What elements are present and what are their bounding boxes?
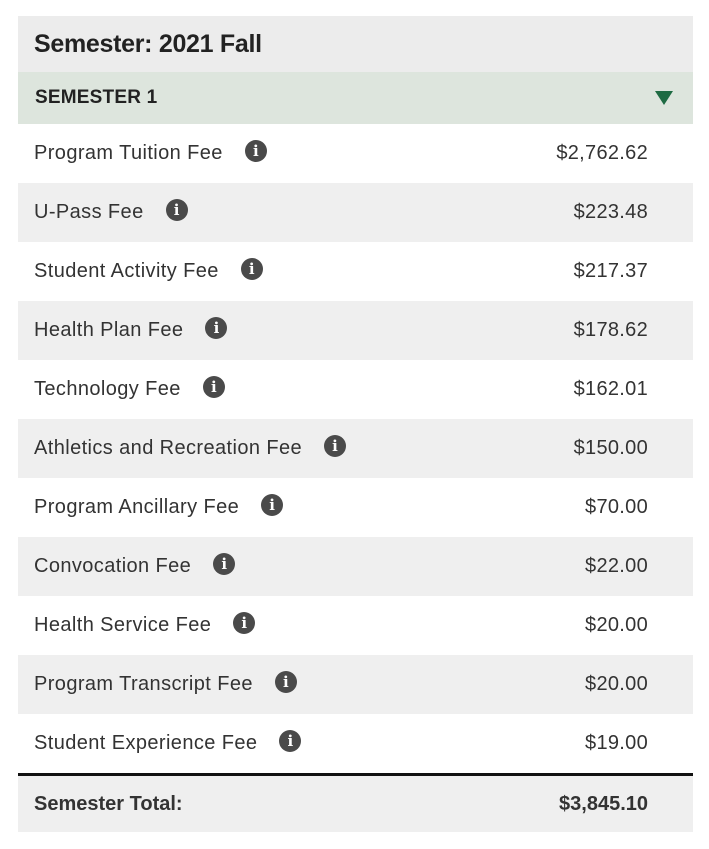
semester-total-row: Semester Total: $3,845.10	[18, 773, 693, 832]
fee-amount: $223.48	[573, 201, 648, 223]
fee-label-group: U-Pass Fee i	[34, 198, 188, 224]
fee-row: Technology Fee i $162.01	[18, 360, 693, 419]
fee-name: Athletics and Recreation Fee	[34, 437, 303, 459]
fee-row: Program Tuition Fee i $2,762.62	[18, 124, 693, 183]
fee-name: Program Tuition Fee	[34, 142, 223, 164]
info-icon[interactable]: i	[165, 198, 188, 221]
fee-row: Program Ancillary Fee i $70.00	[18, 478, 693, 537]
total-amount: $3,845.10	[559, 792, 648, 815]
fee-amount: $162.01	[573, 378, 648, 400]
fee-table: Semester: 2021 Fall SEMESTER 1 Program T…	[18, 16, 693, 832]
info-icon[interactable]: i	[233, 611, 256, 634]
fee-name: Convocation Fee	[34, 555, 192, 577]
fee-amount: $2,762.62	[556, 142, 648, 164]
fee-label-group: Program Tuition Fee i	[34, 139, 267, 165]
fee-row: Program Transcript Fee i $20.00	[18, 655, 693, 714]
info-icon[interactable]: i	[202, 375, 225, 398]
fee-name: Student Experience Fee	[34, 732, 258, 754]
triangle-down-icon[interactable]	[655, 91, 673, 105]
fee-name: U-Pass Fee	[34, 201, 144, 223]
fee-row: Health Service Fee i $20.00	[18, 596, 693, 655]
fee-list: Program Tuition Fee i $2,762.62 U-Pass Fee i…	[18, 124, 693, 773]
fee-amount: $20.00	[585, 614, 648, 636]
fee-name: Health Service Fee	[34, 614, 212, 636]
fee-label-group: Convocation Fee i	[34, 552, 236, 578]
fee-label-group: Program Ancillary Fee i	[34, 493, 284, 519]
semester-accordion-toggle[interactable]: SEMESTER 1	[18, 72, 693, 124]
fee-label-group: Program Transcript Fee i	[34, 670, 297, 696]
accordion-label: SEMESTER 1	[35, 87, 158, 108]
fee-amount: $70.00	[585, 496, 648, 518]
info-icon[interactable]: i	[244, 139, 267, 162]
fee-name: Program Ancillary Fee	[34, 496, 240, 518]
fee-label-group: Health Plan Fee i	[34, 316, 228, 342]
fee-amount: $20.00	[585, 673, 648, 695]
info-icon[interactable]: i	[213, 552, 236, 575]
fee-amount: $217.37	[573, 260, 648, 282]
info-icon[interactable]: i	[324, 434, 347, 457]
fee-label-group: Technology Fee i	[34, 375, 225, 401]
info-icon[interactable]: i	[261, 493, 284, 516]
fee-row: Convocation Fee i $22.00	[18, 537, 693, 596]
fee-row: Student Experience Fee i $19.00	[18, 714, 693, 773]
fee-amount: $19.00	[585, 732, 648, 754]
info-icon[interactable]: i	[274, 670, 297, 693]
fee-amount: $178.62	[573, 319, 648, 341]
fee-amount: $22.00	[585, 555, 648, 577]
total-label: Semester Total:	[34, 792, 183, 815]
semester-title: Semester: 2021 Fall	[18, 16, 693, 72]
fee-row: U-Pass Fee i $223.48	[18, 183, 693, 242]
fee-label-group: Student Experience Fee i	[34, 729, 302, 755]
fee-label-group: Athletics and Recreation Fee i	[34, 434, 347, 460]
fee-name: Technology Fee	[34, 378, 181, 400]
fee-name: Program Transcript Fee	[34, 673, 253, 695]
fee-name: Health Plan Fee	[34, 319, 184, 341]
fee-amount: $150.00	[573, 437, 648, 459]
fee-label-group: Student Activity Fee i	[34, 257, 263, 283]
fee-label-group: Health Service Fee i	[34, 611, 256, 637]
fee-name: Student Activity Fee	[34, 260, 219, 282]
fee-row: Student Activity Fee i $217.37	[18, 242, 693, 301]
info-icon[interactable]: i	[240, 257, 263, 280]
info-icon[interactable]: i	[205, 316, 228, 339]
info-icon[interactable]: i	[279, 729, 302, 752]
fee-row: Athletics and Recreation Fee i $150.00	[18, 419, 693, 478]
fee-row: Health Plan Fee i $178.62	[18, 301, 693, 360]
